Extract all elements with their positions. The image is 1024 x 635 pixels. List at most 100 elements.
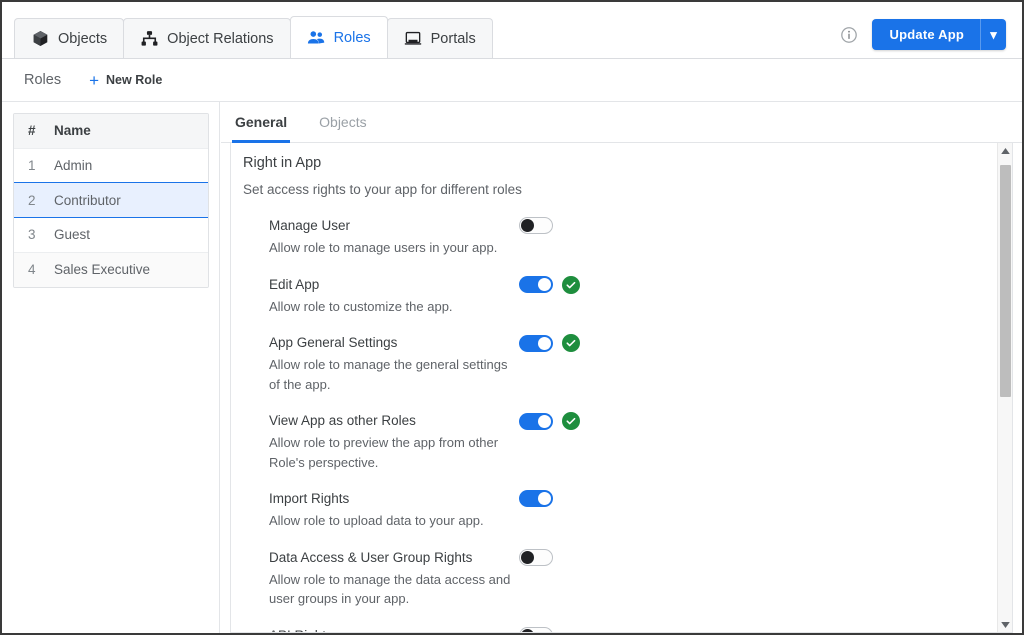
toggle-knob xyxy=(538,278,551,291)
setting-name: Manage User xyxy=(269,218,351,233)
top-tab-roles[interactable]: Roles xyxy=(289,16,388,58)
scroll-down-arrow-icon[interactable] xyxy=(998,617,1012,632)
toggle-knob xyxy=(538,492,551,505)
verified-check-icon xyxy=(562,275,580,294)
scroll-up-arrow-icon[interactable] xyxy=(998,143,1012,158)
setting-row: Data Access & User Group Rights Allow rol… xyxy=(269,548,1012,609)
main-panel: General Objects Right in App Set access r… xyxy=(221,102,1022,633)
setting-text: Manage User Allow role to manage users in… xyxy=(269,216,519,258)
setting-description: Allow role to customize the app. xyxy=(269,298,453,314)
setting-control xyxy=(519,216,553,234)
top-tab-bar: Objects Object Relations Roles Portals Upda… xyxy=(2,2,1022,59)
top-tab-objects[interactable]: Objects xyxy=(14,18,125,58)
scrollbar-thumb[interactable] xyxy=(1000,165,1011,397)
role-name: Sales Executive xyxy=(54,262,151,278)
setting-control xyxy=(519,275,580,294)
top-tab-label: Object Relations xyxy=(167,30,274,47)
role-name: Contributor xyxy=(54,192,121,208)
role-name: Admin xyxy=(54,157,93,173)
setting-name: View App as other Roles xyxy=(269,413,416,428)
screen-icon xyxy=(404,30,422,48)
roles-table-header: # Name xyxy=(14,114,208,149)
setting-name: Import Rights xyxy=(269,491,350,506)
roles-table: # Name 1 Admin 2 Contributor 3 Guest 4 Sales Exec… xyxy=(13,113,209,288)
setting-toggle[interactable] xyxy=(519,412,553,430)
toggle-knob xyxy=(521,219,534,232)
setting-text: Data Access & User Group Rights Allow rol… xyxy=(269,548,519,609)
toggle-knob xyxy=(521,550,534,564)
main-tabs: General Objects xyxy=(221,102,1022,143)
main-tab-objects[interactable]: Objects xyxy=(316,102,369,143)
setting-toggle[interactable] xyxy=(519,334,553,352)
setting-control xyxy=(519,548,553,566)
role-index: 4 xyxy=(28,262,36,278)
setting-toggle[interactable] xyxy=(519,626,553,632)
setting-description: Allow role to manage the data access and… xyxy=(269,571,511,607)
top-tab-portals[interactable]: Portals xyxy=(386,18,493,58)
top-tab-object relations[interactable]: Object Relations xyxy=(123,18,291,58)
settings-list: Manage User Allow role to manage users in… xyxy=(243,216,1012,633)
setting-toggle[interactable] xyxy=(519,548,553,566)
column-header-index: # xyxy=(28,123,36,139)
top-tab-label: Roles xyxy=(333,29,371,46)
role-index: 1 xyxy=(28,157,36,173)
setting-description: Allow role to upload data to your app. xyxy=(269,513,484,528)
new-role-button[interactable]: + New Role xyxy=(89,72,162,89)
role-row-guest[interactable]: 3 Guest xyxy=(14,218,208,253)
vertical-scrollbar[interactable] xyxy=(997,143,1012,632)
setting-toggle[interactable] xyxy=(519,217,553,234)
role-row-contributor[interactable]: 2 Contributor xyxy=(14,182,208,218)
setting-row: API Rights xyxy=(269,626,1012,633)
setting-toggle[interactable] xyxy=(519,276,553,293)
setting-row: Import Rights Allow role to upload data t… xyxy=(269,489,1012,531)
role-index: 2 xyxy=(28,192,36,208)
setting-text: Import Rights Allow role to upload data t… xyxy=(269,489,519,531)
top-tab-label: Portals xyxy=(430,30,476,47)
node-tree-icon xyxy=(140,30,158,48)
settings-panel: Right in App Set access rights to your a… xyxy=(230,143,1013,633)
roles-sidebar: # Name 1 Admin 2 Contributor 3 Guest 4 Sales Exec… xyxy=(2,102,220,633)
settings-content: Right in App Set access rights to your a… xyxy=(231,143,1012,633)
setting-row: Manage User Allow role to manage users in… xyxy=(269,216,1012,258)
app-window: Objects Object Relations Roles Portals Upda… xyxy=(0,0,1024,635)
role-name: Guest xyxy=(54,227,91,243)
setting-description: Allow role to manage users in your app. xyxy=(269,240,498,255)
top-tabs: Objects Object Relations Roles Portals xyxy=(14,16,493,58)
update-app-dropdown-caret[interactable]: ▾ xyxy=(980,19,1006,50)
setting-text: API Rights xyxy=(269,626,519,633)
role-row-admin[interactable]: 1 Admin xyxy=(14,148,208,183)
main-tab-general[interactable]: General xyxy=(232,102,290,143)
section-title: Right in App xyxy=(243,155,322,171)
setting-control xyxy=(519,333,580,352)
setting-text: App General Settings Allow role to manage… xyxy=(269,333,519,394)
setting-control xyxy=(519,489,553,507)
setting-name: Data Access & User Group Rights xyxy=(269,549,473,565)
toggle-knob xyxy=(521,628,534,632)
setting-control xyxy=(519,626,553,632)
setting-description: Allow role to preview the app from other… xyxy=(269,435,499,470)
cube-icon xyxy=(31,30,49,48)
setting-text: Edit App Allow role to customize the app. xyxy=(269,275,519,317)
new-role-label: New Role xyxy=(106,73,163,87)
role-row-sales executive[interactable]: 4 Sales Executive xyxy=(14,252,208,287)
setting-row: App General Settings Allow role to manage… xyxy=(269,333,1012,394)
section-subtitle: Set access rights to your app for differ… xyxy=(243,182,522,197)
plus-icon: + xyxy=(89,70,100,90)
setting-control xyxy=(519,411,580,430)
roles-header-title: Roles xyxy=(24,72,62,88)
role-index: 3 xyxy=(28,227,36,243)
setting-row: View App as other Roles Allow role to pre… xyxy=(269,411,1012,472)
info-circle-icon[interactable] xyxy=(840,26,858,44)
toggle-knob xyxy=(538,414,551,428)
setting-text: View App as other Roles Allow role to pre… xyxy=(269,411,519,472)
verified-check-icon xyxy=(562,412,580,430)
setting-toggle[interactable] xyxy=(519,490,553,507)
update-app-button[interactable]: Update App ▾ xyxy=(871,19,1006,50)
column-header-name: Name xyxy=(54,123,91,139)
main-tab-label: General xyxy=(235,114,288,130)
setting-description: Allow role to manage the general setting… xyxy=(269,357,508,392)
update-app-label: Update App xyxy=(889,27,964,42)
top-right-actions: Update App ▾ xyxy=(840,19,1022,58)
verified-check-icon xyxy=(562,334,580,352)
toggle-knob xyxy=(538,336,551,350)
